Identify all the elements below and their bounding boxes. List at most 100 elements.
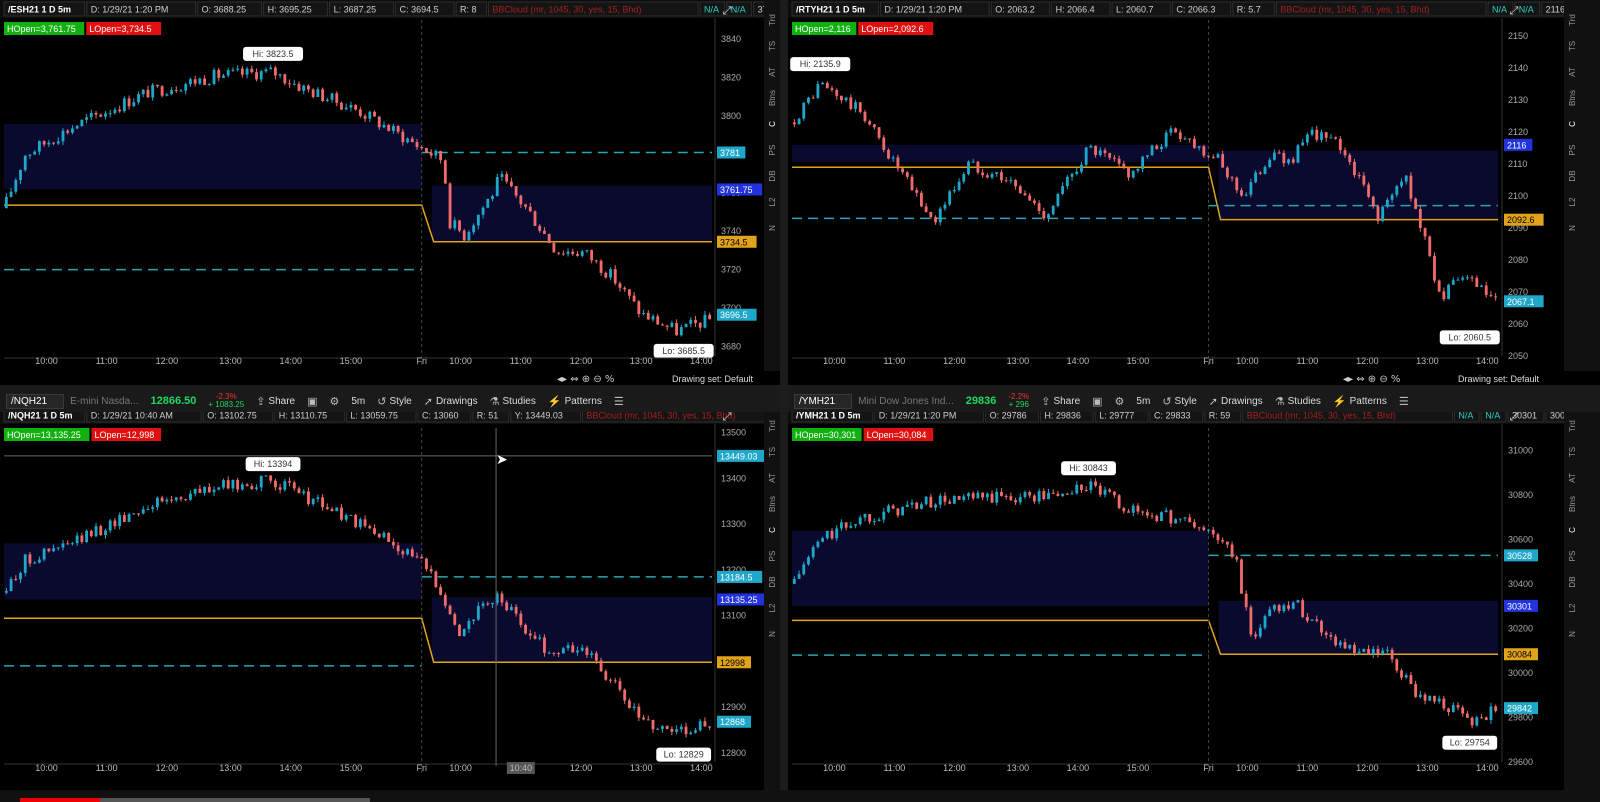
candle	[382, 532, 386, 538]
side-tab-c[interactable]: C	[768, 527, 777, 533]
side-tab-ts[interactable]: TS	[768, 41, 777, 51]
header-item: L: 3687.25	[334, 5, 377, 15]
candle	[250, 68, 254, 73]
chart-panel-rty[interactable]: /RTYH21 1 D 5m D: 1/29/21 1:20 PM O: 2063.…	[788, 0, 1600, 385]
side-tab-at[interactable]: AT	[768, 67, 777, 77]
share-button[interactable]: ⇪ Share	[250, 395, 301, 408]
gear-icon[interactable]: ⚙	[324, 395, 346, 408]
side-tab-trd[interactable]: Trd	[1568, 420, 1577, 432]
candle	[863, 111, 867, 122]
menu-icon[interactable]: ☰	[1393, 395, 1415, 408]
toolbar-right: /YMH21 Mini Dow Jones Ind... 29836 -2.2%…	[788, 390, 1600, 412]
side-tab-ts[interactable]: TS	[768, 447, 777, 457]
side-tab-n[interactable]: N	[1568, 225, 1577, 231]
candle	[349, 104, 353, 108]
side-tab-btns[interactable]: Btns	[768, 90, 777, 106]
side-tab-ps[interactable]: PS	[768, 145, 777, 156]
candle	[1343, 150, 1347, 156]
side-tab-db[interactable]: DB	[1568, 170, 1577, 181]
drawings-button[interactable]: ➚ Drawings	[1203, 395, 1269, 408]
side-tab-db[interactable]: DB	[768, 576, 777, 587]
x-tick-label: 14:00	[1067, 763, 1090, 773]
side-tab-ps[interactable]: PS	[1568, 145, 1577, 156]
patterns-button[interactable]: ⚡ Patterns	[1327, 395, 1393, 408]
style-button[interactable]: ↺ Style	[371, 395, 417, 408]
candle	[538, 637, 542, 639]
candle	[528, 206, 532, 212]
interval-button[interactable]: 5m	[345, 396, 371, 407]
chart-rty[interactable]: /RTYH21 1 D 5m D: 1/29/21 1:20 PM O: 2063.…	[788, 0, 1600, 385]
symbol-select[interactable]: /YMH21	[794, 393, 853, 409]
header-item: BBCloud (mr, 1045, 30, yes, 15, Bhd)	[1280, 5, 1429, 15]
gear-icon[interactable]: ⚙	[1109, 395, 1131, 408]
candle	[952, 190, 956, 192]
chart-panel-ym[interactable]: /YMH21 1 D 5m D: 1/29/21 1:20 PM O: 29786 H…	[788, 406, 1600, 790]
side-tab-c[interactable]: C	[768, 121, 777, 127]
patterns-button[interactable]: ⚡ Patterns	[542, 395, 608, 408]
candle	[533, 211, 537, 226]
candle	[122, 98, 126, 112]
side-tab-ts[interactable]: TS	[1568, 41, 1577, 51]
side-tab-l2[interactable]: L2	[768, 603, 777, 612]
symbol-select[interactable]: /NQH21	[6, 393, 65, 409]
side-tab-c[interactable]: C	[1568, 121, 1577, 127]
side-tab-at[interactable]: AT	[768, 473, 777, 483]
chart-panel-nq[interactable]: /NQH21 1 D 5m D: 1/29/21 10:40 AM O: 13102…	[0, 406, 780, 790]
side-tab-ps[interactable]: PS	[1568, 551, 1577, 562]
share-button[interactable]: ⇪ Share	[1035, 395, 1086, 408]
candle	[1296, 145, 1300, 163]
candle	[52, 548, 55, 552]
candle	[590, 250, 594, 261]
candle	[821, 82, 825, 85]
header-item: H: 29836	[1044, 411, 1081, 421]
side-tab-l2[interactable]: L2	[1568, 197, 1577, 206]
interval-button[interactable]: 5m	[1130, 396, 1156, 407]
chart-ym[interactable]: /YMH21 1 D 5m D: 1/29/21 1:20 PM O: 29786 H…	[788, 406, 1600, 790]
side-tab-btns[interactable]: Btns	[768, 496, 777, 512]
side-tab-db[interactable]: DB	[768, 170, 777, 181]
candle	[1000, 491, 1003, 497]
side-tab-l2[interactable]: L2	[1568, 603, 1577, 612]
camera-icon[interactable]: ▣	[1086, 395, 1108, 408]
candle	[1442, 698, 1446, 709]
vertical-divider[interactable]	[780, 0, 788, 790]
studies-button[interactable]: ⚗ Studies	[1269, 395, 1327, 408]
chart-panel-es[interactable]: /ESH21 1 D 5m D: 1/29/21 1:20 PM O: 3688.2…	[0, 0, 780, 385]
candle	[1141, 156, 1145, 169]
style-button[interactable]: ↺ Style	[1156, 395, 1202, 408]
candle	[1235, 177, 1239, 191]
side-tab-at[interactable]: AT	[1568, 473, 1577, 483]
candle	[448, 605, 452, 615]
side-tab-btns[interactable]: Btns	[1568, 496, 1577, 512]
chart-es[interactable]: /ESH21 1 D 5m D: 1/29/21 1:20 PM O: 3688.2…	[0, 0, 780, 385]
side-tab-ps[interactable]: PS	[768, 551, 777, 562]
side-tab-n[interactable]: N	[768, 225, 777, 231]
candle	[1404, 675, 1408, 678]
side-tab-trd[interactable]: Trd	[768, 420, 777, 432]
candle	[1155, 515, 1159, 522]
side-tab-n[interactable]: N	[1568, 631, 1577, 637]
candle	[23, 554, 27, 573]
side-tab-db[interactable]: DB	[1568, 576, 1577, 587]
side-tab-trd[interactable]: Trd	[1568, 14, 1577, 26]
side-tab-trd[interactable]: Trd	[768, 14, 777, 26]
studies-button[interactable]: ⚗ Studies	[484, 395, 542, 408]
candle	[23, 155, 27, 170]
side-tab-n[interactable]: N	[768, 631, 777, 637]
menu-icon[interactable]: ☰	[608, 395, 630, 408]
y-tick-label: 2120	[1508, 127, 1528, 137]
candle	[316, 497, 320, 499]
side-tab-ts[interactable]: TS	[1568, 447, 1577, 457]
header-item: /ESH21 1 D 5m	[8, 5, 71, 15]
side-tab-l2[interactable]: L2	[768, 197, 777, 206]
candle	[410, 138, 414, 143]
chart-nq[interactable]: /NQH21 1 D 5m D: 1/29/21 10:40 AM O: 13102…	[0, 406, 780, 790]
progress-bar[interactable]	[20, 798, 100, 802]
camera-icon[interactable]: ▣	[301, 395, 323, 408]
side-tab-at[interactable]: AT	[1568, 67, 1577, 77]
side-tab-btns[interactable]: Btns	[1568, 90, 1577, 106]
side-tab-c[interactable]: C	[1568, 527, 1577, 533]
drawings-button[interactable]: ➚ Drawings	[418, 395, 484, 408]
candle	[1465, 277, 1469, 279]
candle	[825, 530, 829, 539]
